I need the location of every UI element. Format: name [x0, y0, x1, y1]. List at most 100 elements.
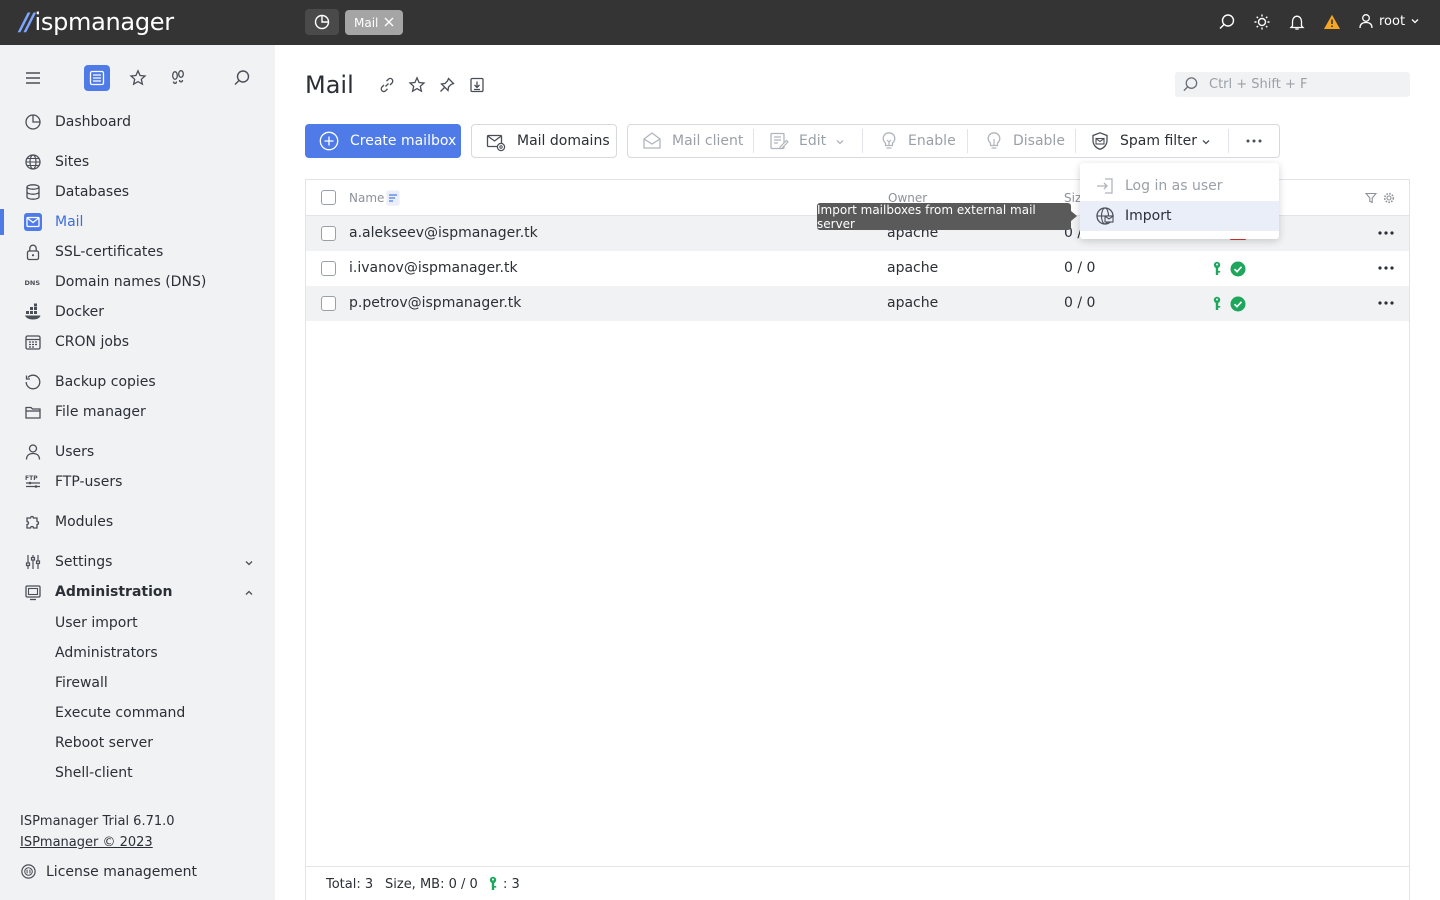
enable-button[interactable]: Enable: [863, 125, 967, 157]
plus-circle-icon: [319, 131, 339, 151]
more-horizontal-icon: [1246, 139, 1262, 143]
ftp-icon: FTP: [25, 475, 40, 488]
sidebar-item-mail[interactable]: Mail: [0, 209, 275, 235]
active-key-count: : 3: [503, 877, 520, 892]
puzzle-icon: [26, 515, 40, 529]
sun-icon: [1254, 14, 1270, 30]
mailbox-owner: apache: [887, 295, 939, 311]
sidebar-subitem-firewall[interactable]: Firewall: [55, 675, 108, 691]
login-icon: [1097, 178, 1113, 194]
menu-search-button[interactable]: [229, 65, 255, 91]
copyright-link[interactable]: ISPmanager © 2023: [20, 835, 153, 850]
footprints-icon: [172, 70, 184, 85]
sort-icon[interactable]: [386, 190, 400, 206]
mail-client-button[interactable]: Mail client: [628, 125, 753, 157]
sidebar-item-label: Backup copies: [55, 374, 156, 390]
logo[interactable]: // ispmanager: [20, 7, 174, 37]
key-icon: [489, 876, 497, 890]
table-row[interactable]: i.ivanov@ispmanager.tk apache 0 / 0: [306, 251, 1409, 286]
sidebar-subitem-reboot-server[interactable]: Reboot server: [55, 735, 153, 751]
search-button[interactable]: [1218, 13, 1236, 33]
menu-toggle-button[interactable]: [20, 65, 46, 91]
close-icon[interactable]: [383, 16, 395, 28]
hamburger-icon: [26, 72, 40, 84]
disable-label: Disable: [1013, 133, 1065, 149]
sidebar-item-label: Modules: [55, 514, 114, 530]
download-icon[interactable]: [468, 76, 486, 94]
filter-icon[interactable]: [1365, 192, 1377, 204]
row-checkbox[interactable]: [321, 261, 336, 276]
top-bar: // ispmanager Mail root: [0, 0, 1440, 45]
row-actions-icon[interactable]: [1377, 295, 1395, 311]
star-icon[interactable]: [408, 76, 426, 94]
logo-text: ispmanager: [34, 8, 175, 36]
mail-client-icon: [643, 132, 661, 149]
sidebar-item-dashboard[interactable]: Dashboard: [0, 109, 275, 135]
mail-domains-button[interactable]: Mail domains: [471, 124, 617, 158]
gear-icon[interactable]: [1383, 192, 1395, 204]
menu-item-import[interactable]: Import: [1080, 201, 1279, 231]
row-checkbox[interactable]: [321, 226, 336, 241]
sidebar-item-sites[interactable]: Sites: [0, 149, 275, 175]
warning-button[interactable]: [1323, 13, 1341, 33]
sidebar-subitem-execute-command[interactable]: Execute command: [55, 705, 185, 721]
sidebar-item-users[interactable]: Users: [0, 439, 275, 465]
sidebar-item-settings[interactable]: Settings: [0, 549, 275, 575]
menu-item-log-in-as-user[interactable]: Log in as user: [1080, 171, 1279, 201]
global-search-input[interactable]: Ctrl + Shift + F: [1175, 72, 1410, 97]
sidebar-item-backup[interactable]: Backup copies: [0, 369, 275, 395]
chevron-down-icon: [1202, 140, 1210, 145]
spam-filter-button[interactable]: Spam filter: [1076, 125, 1228, 157]
status-ok-icon: [1230, 261, 1246, 277]
license-management-link[interactable]: License management: [20, 863, 197, 880]
column-header-name[interactable]: Name: [349, 191, 384, 205]
row-checkbox[interactable]: [321, 296, 336, 311]
row-actions-icon[interactable]: [1377, 260, 1395, 276]
lightbulb-icon: [882, 132, 896, 149]
sidebar-item-docker[interactable]: Docker: [0, 299, 275, 325]
recent-button[interactable]: [165, 65, 191, 91]
search-icon: [1183, 77, 1198, 92]
tab-mail[interactable]: Mail: [345, 10, 403, 35]
more-actions-dropdown: Log in as user Import: [1080, 163, 1279, 239]
sidebar-item-ssl[interactable]: SSL-certificates: [0, 239, 275, 265]
import-tooltip: Import mailboxes from external mail serv…: [817, 203, 1077, 231]
main-content: Mail Ctrl + Shift + F Create mailbox Mai…: [275, 45, 1440, 900]
menu-list-button[interactable]: [84, 65, 110, 91]
dns-icon: DNS: [25, 279, 41, 287]
total-size: Size, MB: 0 / 0: [385, 877, 478, 892]
star-icon: [129, 69, 147, 86]
sidebar-subitem-shell-client[interactable]: Shell-client: [55, 765, 133, 781]
sidebar-item-databases[interactable]: Databases: [0, 179, 275, 205]
sidebar-subitem-user-import[interactable]: User import: [55, 615, 138, 631]
pin-icon[interactable]: [438, 76, 456, 94]
notifications-button[interactable]: [1288, 13, 1306, 33]
version-text: ISPmanager Trial 6.71.0: [20, 814, 175, 829]
mail-client-label: Mail client: [672, 133, 744, 149]
favorites-button[interactable]: [125, 65, 151, 91]
history-button[interactable]: [305, 9, 339, 35]
disable-button[interactable]: Disable: [968, 125, 1075, 157]
license-text: License management: [46, 863, 198, 880]
table-row[interactable]: p.petrov@ispmanager.tk apache 0 / 0: [306, 286, 1409, 321]
page-title: Mail: [305, 71, 354, 99]
row-actions-icon[interactable]: [1377, 225, 1395, 241]
theme-button[interactable]: [1253, 13, 1271, 33]
sidebar-item-file-manager[interactable]: File manager: [0, 399, 275, 425]
sidebar-item-ftp-users[interactable]: FTP FTP-users: [0, 469, 275, 495]
select-all-checkbox[interactable]: [321, 190, 336, 205]
search-icon: [234, 70, 250, 85]
user-menu[interactable]: root: [1358, 13, 1420, 29]
sidebar-item-administration[interactable]: Administration: [0, 579, 275, 605]
sidebar-subitem-administrators[interactable]: Administrators: [55, 645, 158, 661]
create-mailbox-button[interactable]: Create mailbox: [305, 124, 461, 158]
more-actions-button[interactable]: [1229, 125, 1279, 157]
edit-button[interactable]: Edit: [754, 125, 861, 157]
edit-icon: [770, 132, 789, 150]
globe-icon: [25, 154, 41, 170]
sidebar-item-modules[interactable]: Modules: [0, 509, 275, 535]
link-icon[interactable]: [378, 76, 396, 94]
license-icon: [21, 864, 36, 879]
sidebar-item-dns[interactable]: DNS Domain names (DNS): [0, 269, 275, 295]
sidebar-item-cron[interactable]: CRON jobs: [0, 329, 275, 355]
